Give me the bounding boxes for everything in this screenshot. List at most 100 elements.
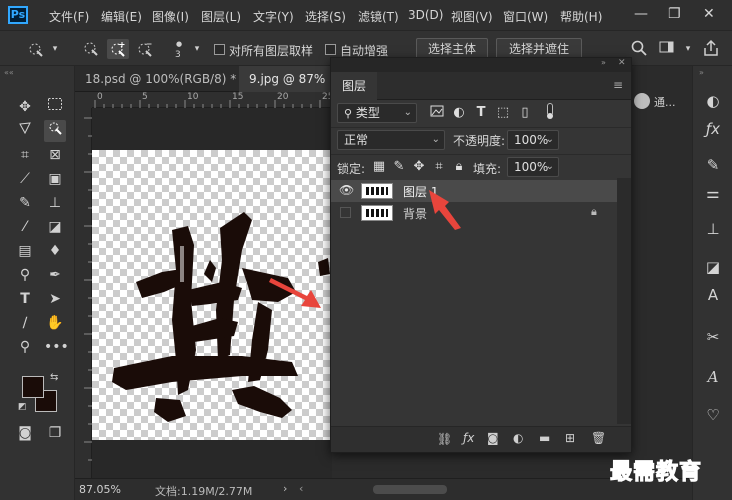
menu-view[interactable]: 视图(V) — [451, 8, 493, 25]
fill-input[interactable]: 100% ⌄ — [507, 157, 559, 177]
delete-layer-icon[interactable]: 🗑︎ — [591, 431, 606, 445]
chevron-down-icon[interactable]: ▾ — [44, 39, 66, 59]
visibility-eye-icon[interactable]: 👁︎ — [339, 183, 354, 197]
subtract-from-selection-icon[interactable] — [134, 39, 156, 59]
filter-smart-object-icon[interactable]: ▯ — [517, 105, 533, 121]
zoom-tool-icon[interactable]: ⚲ — [14, 336, 36, 358]
expand-panels-icon[interactable]: » — [699, 68, 704, 77]
layers-panel-header[interactable]: » ✕ — [331, 58, 631, 72]
layer-row-1[interactable]: 👁︎ 图层 1 — [331, 180, 617, 202]
eyedropper-tool-icon[interactable]: ⟋ — [14, 168, 36, 190]
zoom-level[interactable]: 87.05% — [79, 483, 121, 496]
maximize-button[interactable]: ❐ — [668, 6, 681, 22]
horizontal-scrollbar-thumb[interactable] — [373, 485, 447, 494]
new-selection-icon[interactable] — [80, 39, 102, 59]
menu-3d[interactable]: 3D(D) — [408, 8, 443, 22]
learn-icon[interactable]: ♡ — [701, 404, 725, 426]
dodge-tool-icon[interactable]: ⚲ — [14, 264, 36, 286]
adjustments-icon[interactable]: ◐ — [701, 90, 725, 112]
styles-icon[interactable]: ƒx — [701, 118, 725, 140]
frame-tool-icon[interactable]: ⊠ — [44, 144, 66, 166]
link-layers-icon[interactable]: ⛓ — [437, 432, 452, 446]
line-tool-icon[interactable]: ∕ — [14, 312, 36, 334]
lock-image-pixels-icon[interactable]: ✎ — [391, 159, 407, 175]
menu-help[interactable]: 帮助(H) — [560, 8, 602, 25]
character-icon[interactable]: A — [701, 284, 725, 306]
filter-toggle[interactable] — [545, 103, 555, 123]
visibility-toggle-empty[interactable] — [340, 207, 351, 218]
default-colors-icon[interactable]: ◩ — [18, 402, 27, 412]
eraser-tool-icon[interactable]: ◪ — [44, 216, 66, 238]
paths-icon[interactable]: ◪ — [701, 256, 725, 278]
filter-kind-dropdown[interactable]: ⚲ 类型 ⌄ — [337, 103, 417, 123]
new-group-icon[interactable]: ▬ — [539, 431, 550, 445]
menu-file[interactable]: 文件(F) — [49, 8, 89, 25]
filter-adjustment-icon[interactable]: ◐ — [451, 105, 467, 121]
status-menu-chevron-icon[interactable]: › — [283, 482, 287, 495]
hand-tool-icon[interactable]: ✋ — [44, 312, 66, 334]
type-tool-icon[interactable]: T — [14, 288, 36, 310]
move-tool-icon[interactable]: ✥ — [14, 96, 36, 118]
panel-menu-icon[interactable]: ≡ — [613, 78, 623, 92]
menu-window[interactable]: 窗口(W) — [503, 8, 548, 25]
scroll-left-icon[interactable]: ‹ — [299, 482, 303, 495]
path-selection-tool-icon[interactable]: ➤ — [44, 288, 66, 310]
layer-row-background[interactable]: 背景 🔒︎ — [331, 202, 617, 224]
menu-edit[interactable]: 编辑(E) — [101, 8, 142, 25]
tools-cut-icon[interactable]: ✂ — [701, 326, 725, 348]
crop-tool-icon[interactable]: ⌗ — [14, 144, 36, 166]
blur-tool-icon[interactable]: ♦ — [44, 240, 66, 262]
brush-size-value[interactable]: 3 — [175, 50, 181, 60]
document-canvas[interactable] — [92, 150, 332, 440]
quick-mask-icon[interactable]: ◙ — [14, 422, 36, 444]
brush-settings-icon[interactable]: ✎ — [701, 154, 725, 176]
add-mask-icon[interactable]: ◙ — [487, 431, 499, 445]
layer-lock-icon[interactable]: 🔒︎ — [591, 205, 597, 219]
menu-layer[interactable]: 图层(L) — [201, 8, 241, 25]
layer-style-fx-icon[interactable]: ƒx — [463, 431, 474, 445]
sample-all-layers-checkbox[interactable] — [214, 44, 225, 55]
channels-panel-label[interactable]: 通... — [654, 94, 676, 110]
search-icon[interactable] — [628, 39, 650, 59]
brush-tool-icon[interactable]: ✎ — [14, 192, 36, 214]
menu-select[interactable]: 选择(S) — [305, 8, 346, 25]
screen-mode-icon[interactable]: ❐ — [44, 422, 66, 444]
channels-icon[interactable] — [634, 93, 650, 109]
tab-layers[interactable]: 图层 — [331, 72, 377, 100]
brushes-icon[interactable]: ⚌ — [701, 182, 725, 204]
gradient-tool-icon[interactable]: ▤ — [14, 240, 36, 262]
workspace-chevron-icon[interactable]: ▾ — [677, 39, 699, 59]
spot-healing-tool-icon[interactable]: ▣ — [44, 168, 66, 190]
clone-source-icon[interactable]: ⊥ — [701, 218, 725, 240]
swap-colors-icon[interactable]: ⇆ — [50, 372, 58, 383]
share-icon[interactable] — [700, 39, 722, 59]
lasso-tool-icon[interactable] — [14, 120, 36, 142]
adjustment-layer-icon[interactable]: ◐ — [513, 431, 523, 445]
layers-scrollbar[interactable] — [617, 178, 631, 424]
foreground-color-swatch[interactable] — [22, 376, 44, 398]
opacity-input[interactable]: 100% ⌄ — [507, 130, 559, 150]
lock-position-icon[interactable]: ✥ — [411, 159, 427, 175]
menu-type[interactable]: 文字(Y) — [253, 8, 294, 25]
glyphs-icon[interactable]: A — [701, 366, 725, 388]
menu-filter[interactable]: 滤镜(T) — [358, 8, 399, 25]
tab-18-psd[interactable]: 18.psd @ 100%(RGB/8) * × — [75, 66, 254, 92]
pen-tool-icon[interactable]: ✒ — [44, 264, 66, 286]
new-layer-icon[interactable]: ⊞ — [565, 431, 575, 445]
close-button[interactable]: ✕ — [703, 6, 715, 22]
quick-selection-tool-icon[interactable] — [24, 39, 46, 59]
lock-artboard-icon[interactable]: ⌗ — [431, 159, 447, 175]
filter-type-icon[interactable]: T — [473, 105, 489, 121]
brush-picker-chevron-icon[interactable]: ▾ — [186, 39, 208, 59]
brush-preview-icon[interactable]: ● — [176, 40, 182, 48]
minimize-button[interactable]: — — [634, 6, 648, 22]
lock-transparent-pixels-icon[interactable]: ▦ — [371, 159, 387, 175]
filter-pixel-icon[interactable] — [429, 105, 445, 121]
quick-selection-tool-icon[interactable] — [44, 120, 66, 142]
tab-9-jpg[interactable]: 9.jpg @ 87% (图 — [239, 66, 346, 92]
collapse-icon[interactable]: «« — [4, 68, 14, 77]
more-tools-icon[interactable]: ••• — [44, 336, 69, 358]
filter-shape-icon[interactable]: ⬚ — [495, 105, 511, 121]
panel-close-icon[interactable]: ✕ — [618, 58, 626, 68]
auto-enhance-checkbox[interactable] — [325, 44, 336, 55]
